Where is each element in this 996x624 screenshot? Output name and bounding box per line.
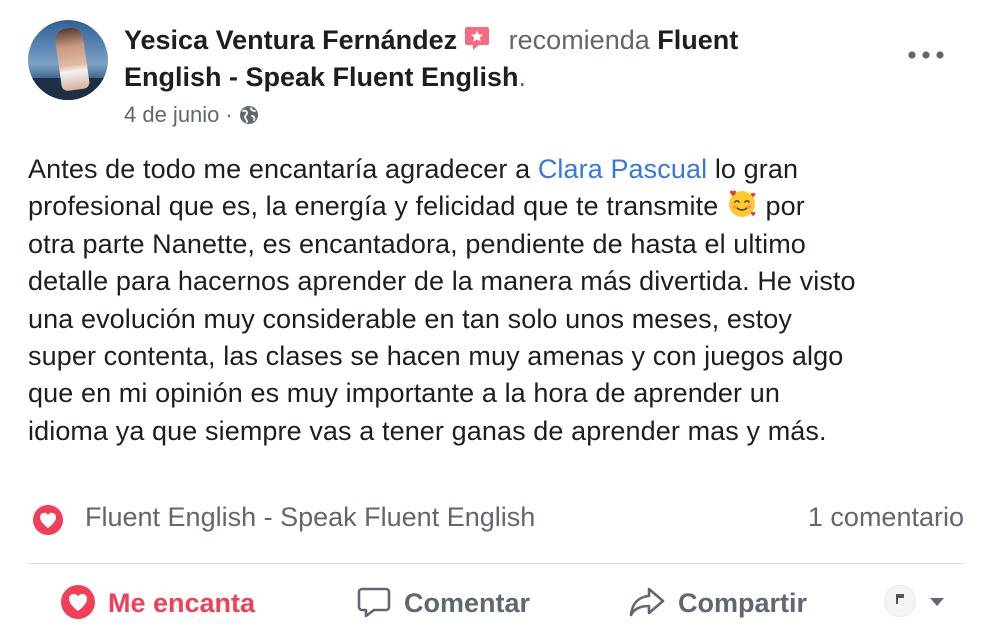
share-label: Compartir xyxy=(678,588,808,618)
post-body-line: que en mi opinión es muy importante a la… xyxy=(28,378,780,409)
globe-icon[interactable] xyxy=(239,105,259,125)
body-text: lo gran xyxy=(707,154,799,184)
reaction-summary: Fluent English - Speak Fluent English 1 … xyxy=(32,500,964,540)
recommends-text: recomienda xyxy=(508,25,650,55)
chevron-down-icon xyxy=(930,598,944,606)
post-body: Antes de todo me encantaría agradecer a … xyxy=(28,151,978,450)
author-avatar[interactable] xyxy=(28,20,108,100)
post-body-line: Antes de todo me encantaría agradecer a … xyxy=(28,151,978,188)
post-body-line: otra parte Nanette, es encantadora, pend… xyxy=(28,228,806,259)
page-name-link-part1[interactable]: Fluent xyxy=(657,25,738,55)
post-header-line-2: English - Speak Fluent English. xyxy=(124,59,526,95)
heart-filled-icon xyxy=(61,585,95,619)
post-body-line: idioma ya que siempre vas a tener ganas … xyxy=(28,415,827,446)
comment-count[interactable]: 1 comentario xyxy=(808,502,964,533)
heart-reaction-icon[interactable] xyxy=(32,504,64,536)
page-name-link-part2[interactable]: English - Speak Fluent English xyxy=(124,62,519,92)
post-body-line: una evolución muy considerable en tan so… xyxy=(28,303,792,334)
star-badge-icon xyxy=(465,27,490,50)
body-text: por xyxy=(757,191,805,222)
body-text: Antes de todo me encantaría agradecer a xyxy=(28,154,538,184)
reaction-page-name[interactable]: Fluent English - Speak Fluent English xyxy=(85,502,535,533)
flag-icon xyxy=(896,594,906,604)
comment-bubble-icon xyxy=(357,587,391,618)
post-meta: 4 de junio · xyxy=(124,102,259,128)
header-period: . xyxy=(518,62,527,92)
author-name[interactable]: Yesica Ventura Fernández xyxy=(124,25,457,55)
love-label: Me encanta xyxy=(108,588,256,618)
divider xyxy=(28,563,964,564)
post-body-line: profesional que es, la energía y felicid… xyxy=(28,188,978,225)
body-text: profesional que es, la energía y felicid… xyxy=(28,191,726,222)
post-body-line: detalle para hacernos aprender de la man… xyxy=(28,266,856,297)
page-avatar xyxy=(884,585,916,617)
post-header-line-1: Yesica Ventura Fernández recomienda Flue… xyxy=(124,22,738,58)
post-date[interactable]: 4 de junio xyxy=(124,102,219,127)
smiling-face-with-hearts-icon xyxy=(728,190,756,218)
meta-separator: · xyxy=(225,102,233,127)
more-options-icon[interactable] xyxy=(906,48,946,62)
share-arrow-icon xyxy=(629,587,665,617)
mention-link[interactable]: Clara Pascual xyxy=(538,154,707,184)
page-identity-selector[interactable] xyxy=(884,585,948,617)
comment-label: Comentar xyxy=(404,588,531,618)
post-body-line: super contenta, las clases se hacen muy … xyxy=(28,341,844,372)
